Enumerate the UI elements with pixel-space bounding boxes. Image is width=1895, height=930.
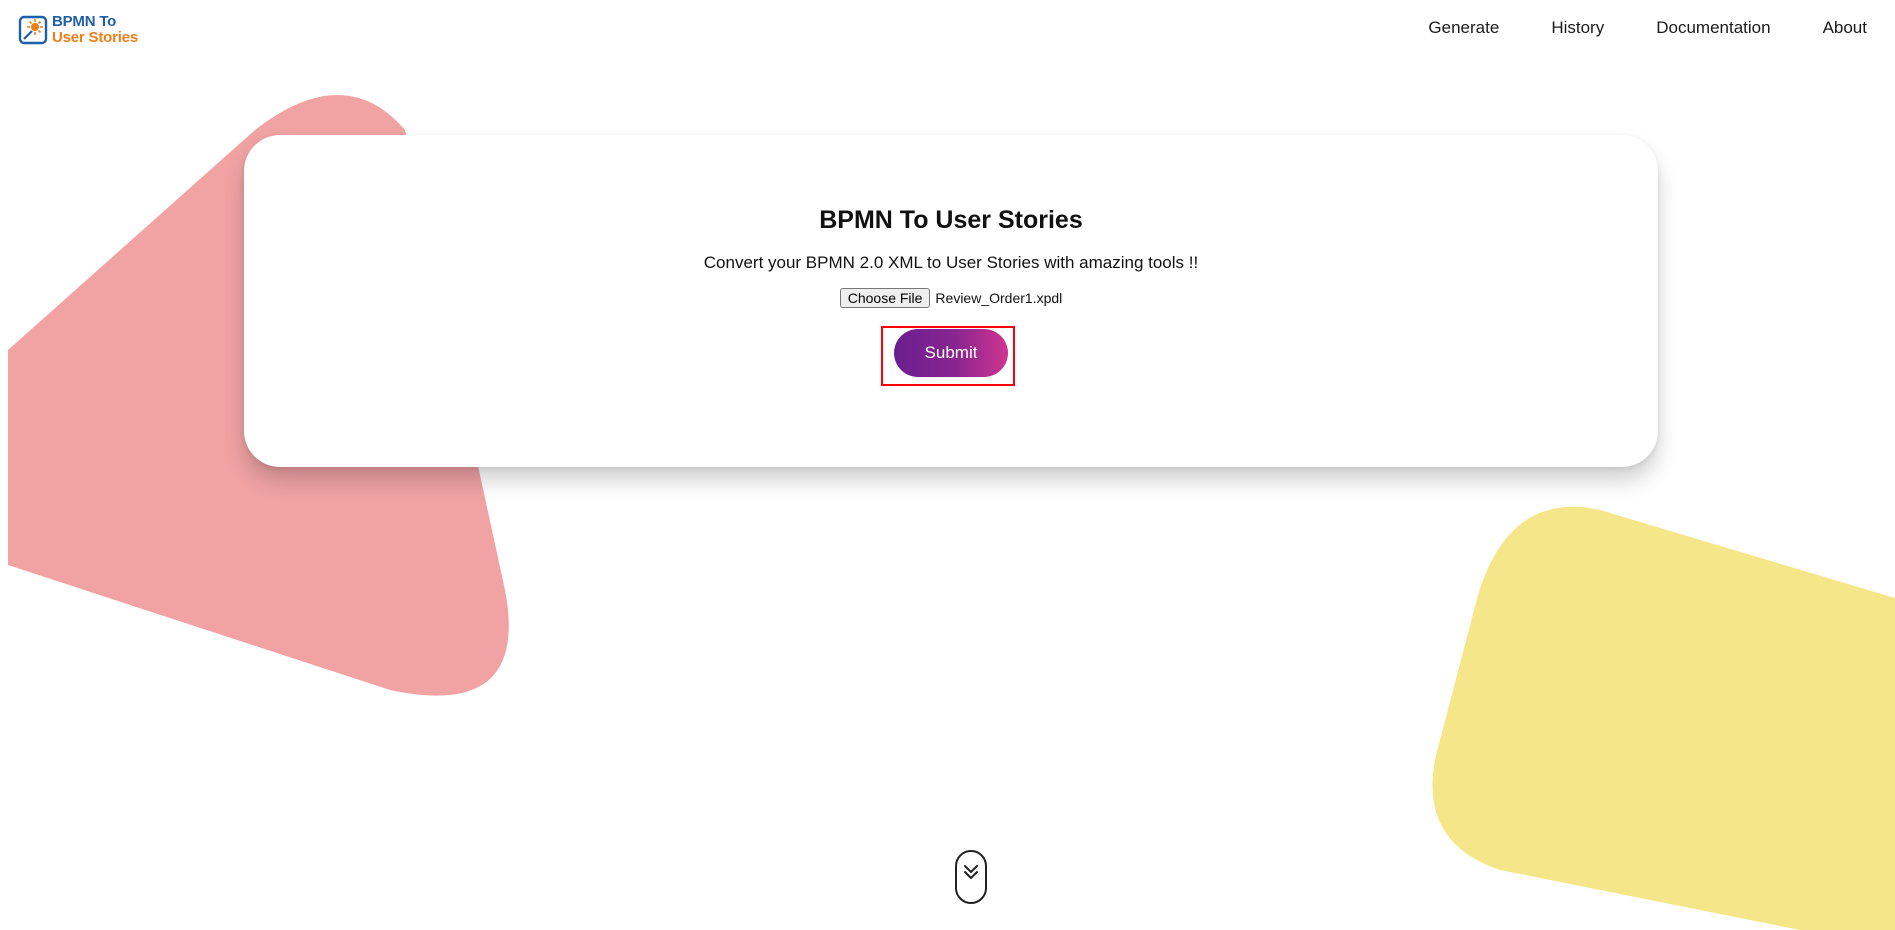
page: BPMN To User Stories Generate History Do…: [0, 0, 1895, 930]
choose-file-button[interactable]: Choose File: [839, 288, 931, 308]
selected-file-name: Review_Order1.xpdl: [935, 290, 1063, 306]
file-input: Choose File Review_Order1.xpdl: [244, 288, 1658, 308]
nav-generate[interactable]: Generate: [1428, 16, 1499, 40]
main-nav: Generate History Documentation About: [1376, 16, 1867, 40]
logo-text: BPMN To User Stories: [52, 14, 138, 46]
nav-about[interactable]: About: [1823, 16, 1867, 40]
submit-button[interactable]: Submit: [894, 329, 1008, 377]
logo-link[interactable]: BPMN To User Stories: [18, 14, 138, 46]
nav-documentation[interactable]: Documentation: [1656, 16, 1770, 40]
logo-line2: User Stories: [52, 29, 138, 46]
bpmn-logo-icon: [18, 15, 48, 45]
scroll-down-button[interactable]: [955, 850, 987, 904]
page-title: BPMN To User Stories: [819, 206, 1083, 234]
top-header: BPMN To User Stories Generate History Do…: [0, 0, 1895, 64]
logo-line1: BPMN To: [52, 13, 117, 30]
double-chevron-down-icon: [964, 865, 978, 879]
page-subtitle: Convert your BPMN 2.0 XML to User Storie…: [703, 253, 1199, 272]
converter-card: BPMN To User Stories Convert your BPMN 2…: [244, 135, 1658, 467]
yellow-blob-shape: [1432, 506, 1895, 930]
nav-history[interactable]: History: [1551, 16, 1604, 40]
